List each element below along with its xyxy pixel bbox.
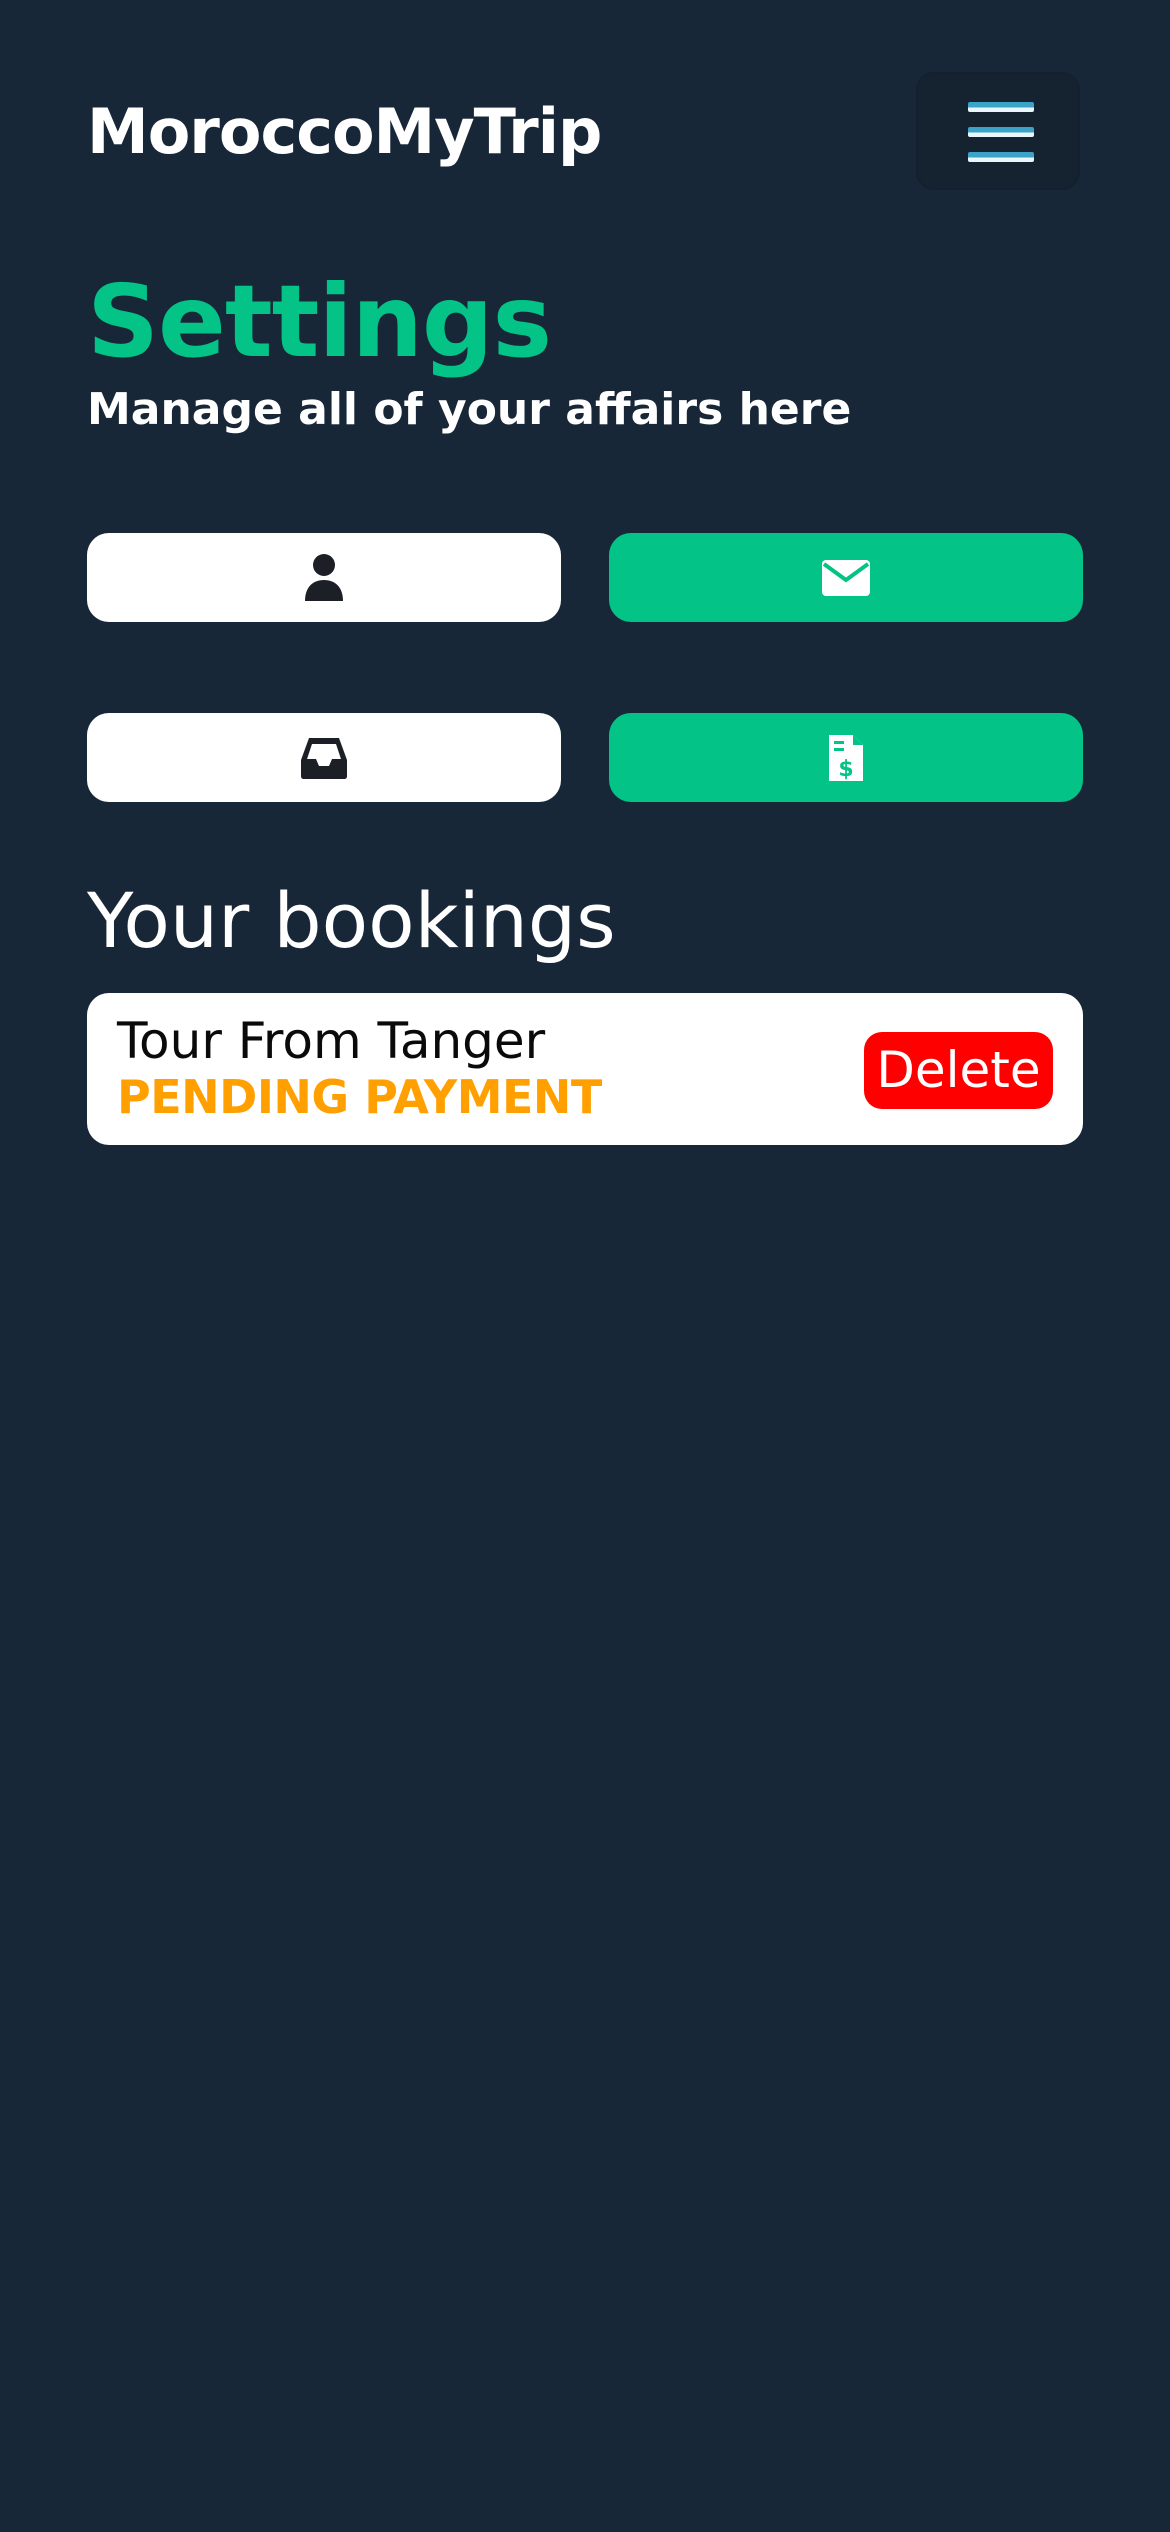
booking-card: Tour From Tanger PENDING PAYMENT Delete: [87, 993, 1083, 1145]
profile-settings-button[interactable]: [87, 533, 561, 622]
menu-bar: [968, 127, 1034, 137]
svg-text:$: $: [838, 757, 853, 782]
inbox-icon: [301, 737, 347, 779]
user-icon: [305, 553, 343, 601]
invoices-button[interactable]: $: [609, 713, 1083, 802]
settings-page: MoroccoMyTrip Settings Manage all of you…: [0, 0, 1170, 2532]
envelope-icon: [822, 559, 870, 596]
page-subtitle: Manage all of your affairs here: [87, 384, 852, 435]
brand-logo-text[interactable]: MoroccoMyTrip: [87, 92, 602, 172]
bookings-heading: Your bookings: [87, 876, 616, 965]
booking-status-badge: PENDING PAYMENT: [117, 1070, 602, 1124]
hamburger-menu-icon: [968, 102, 1034, 162]
delete-booking-button[interactable]: Delete: [864, 1032, 1053, 1109]
booking-name: Tour From Tanger: [117, 1012, 546, 1070]
page-title: Settings: [87, 263, 552, 380]
inbox-button[interactable]: [87, 713, 561, 802]
messages-button[interactable]: [609, 533, 1083, 622]
menu-bar: [968, 102, 1034, 112]
invoice-dollar-icon: $: [829, 734, 863, 782]
menu-button[interactable]: [916, 72, 1080, 190]
menu-bar: [968, 152, 1034, 162]
